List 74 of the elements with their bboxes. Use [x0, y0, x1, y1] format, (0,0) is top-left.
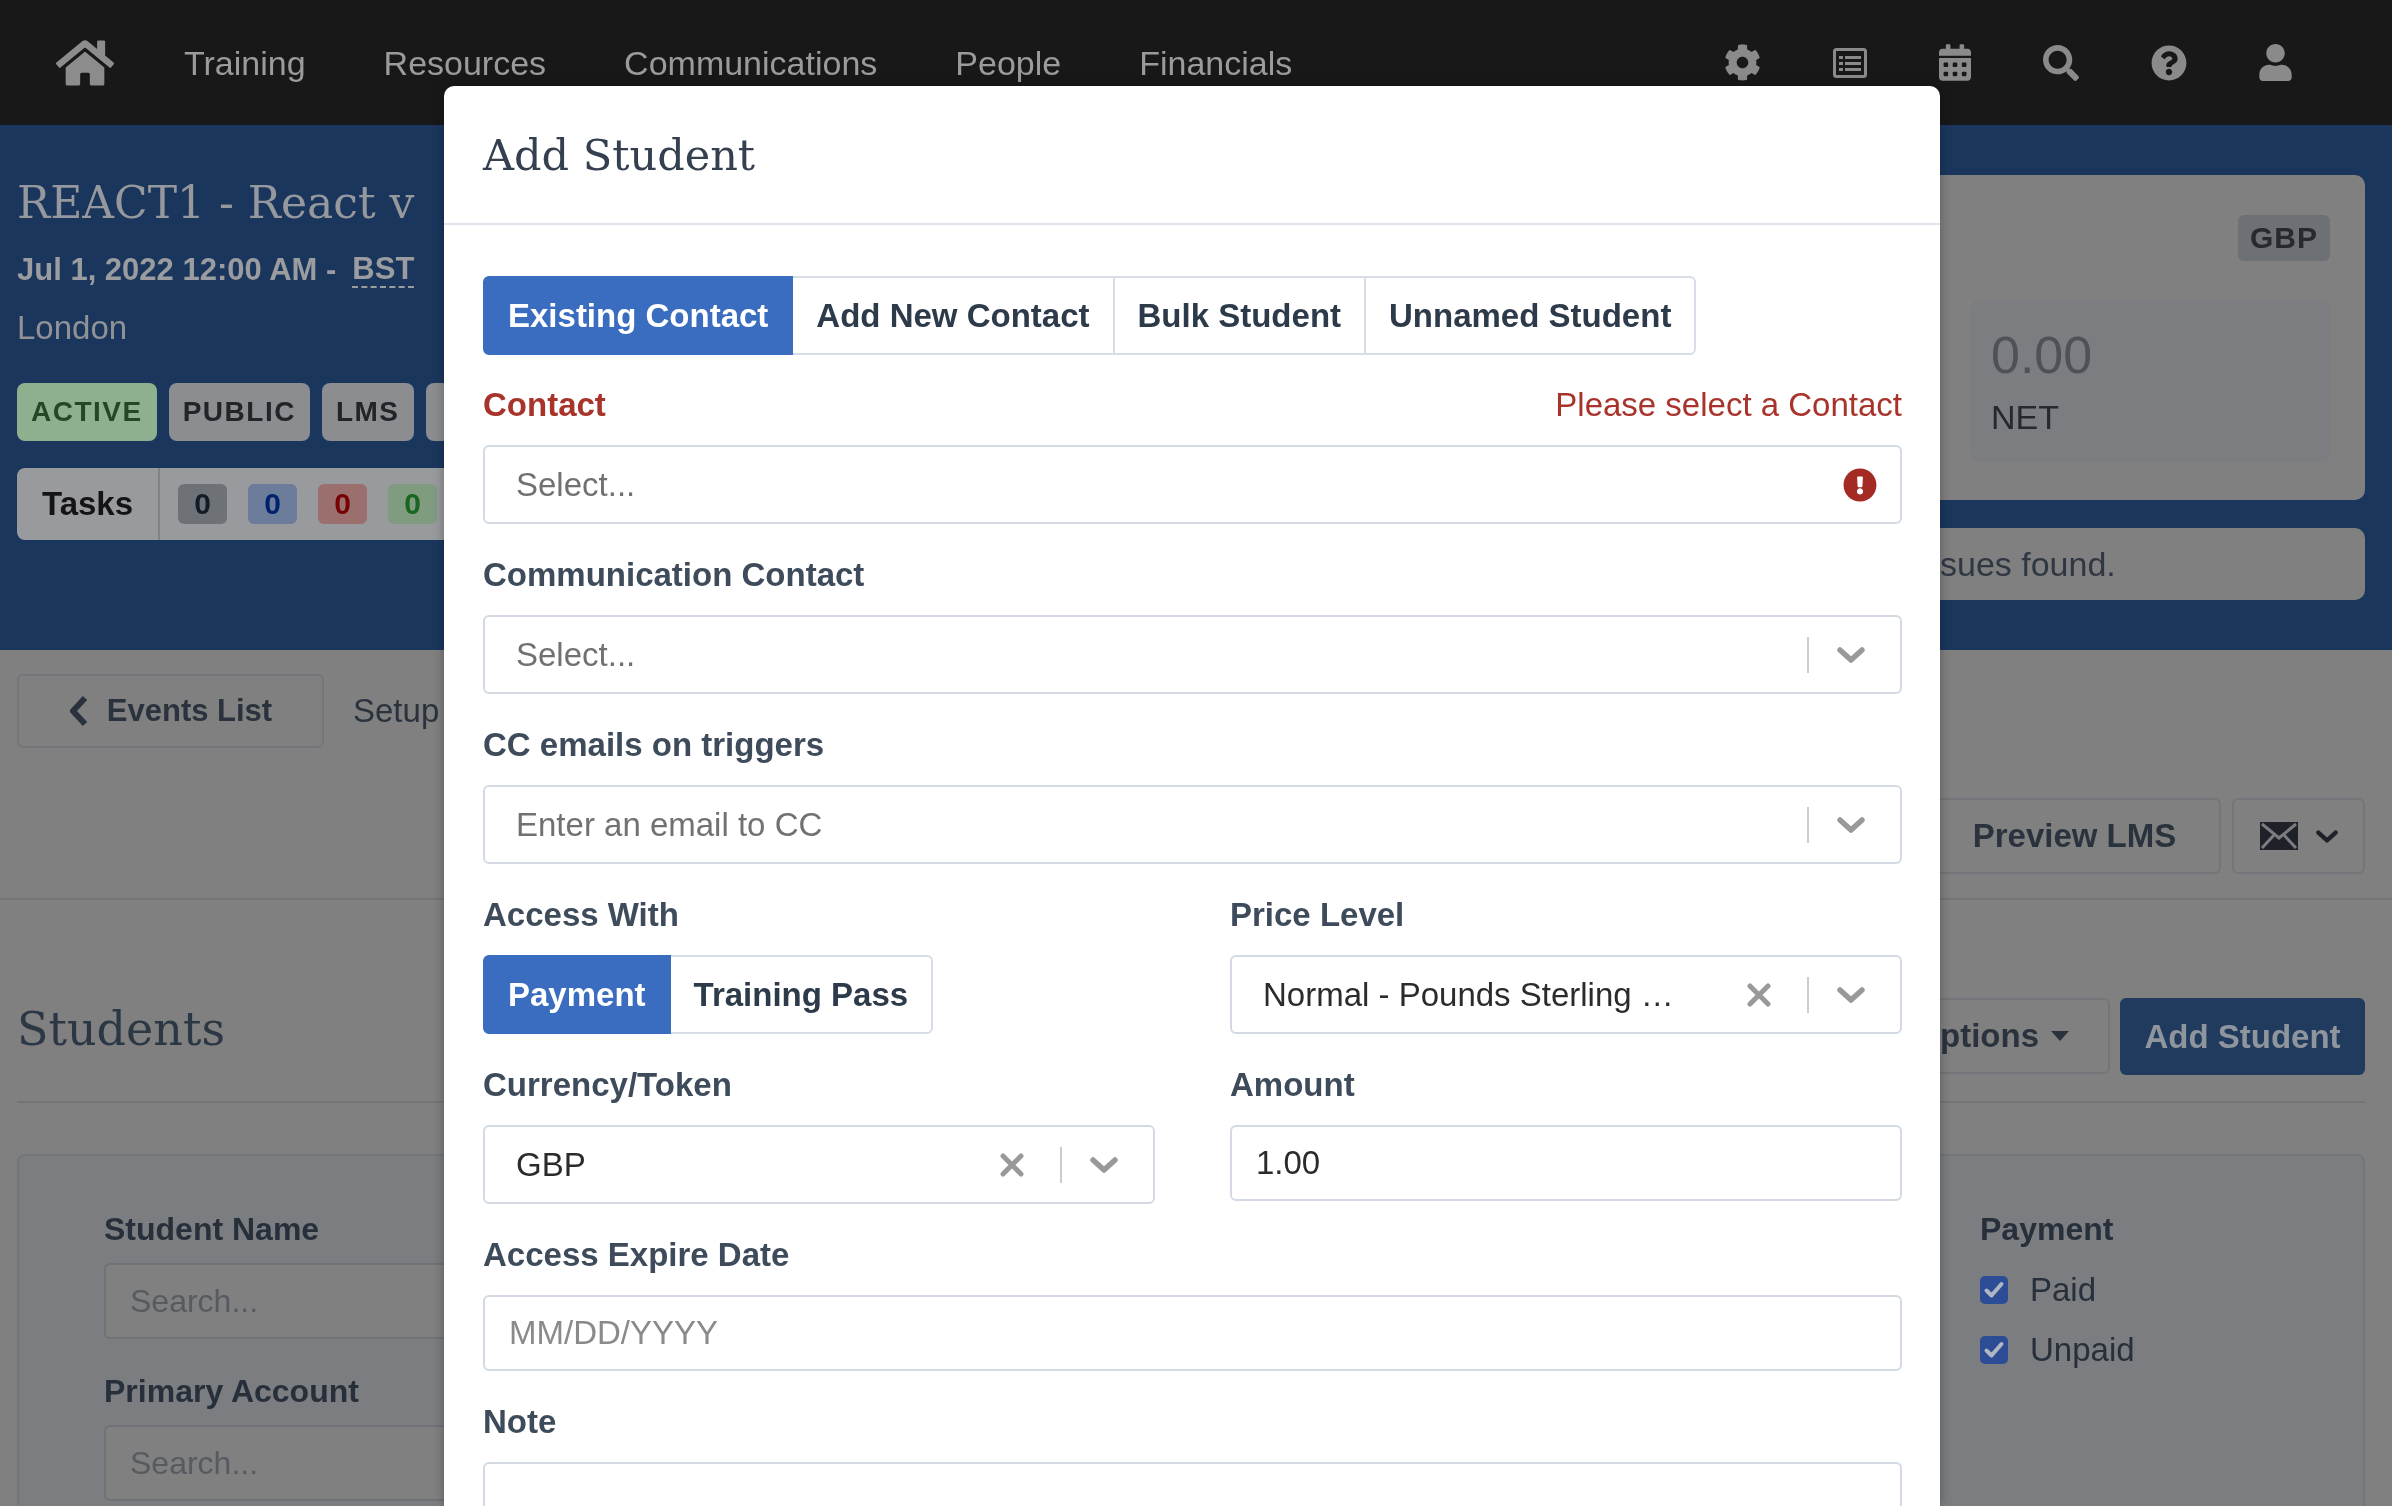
checkbox[interactable]	[1980, 1336, 2008, 1364]
select-field[interactable]: Select...	[483, 615, 1902, 694]
nav-link[interactable]: Training	[184, 42, 306, 83]
chevron-left-icon	[68, 695, 89, 727]
tab[interactable]: Add New Contact	[791, 276, 1115, 355]
calendar-icon[interactable]	[1939, 44, 1971, 81]
page-tab[interactable]: Setup	[353, 674, 440, 748]
nav-link[interactable]: Communications	[624, 42, 878, 83]
field-label: Access With	[483, 896, 679, 934]
status-tag: LMS	[321, 383, 414, 441]
filter-label: Payment	[1980, 1210, 2114, 1249]
filter-label: Student Name	[104, 1210, 320, 1249]
timezone-abbr: BST	[352, 252, 415, 288]
task-count: 0	[388, 484, 437, 524]
clear-icon[interactable]	[1000, 1152, 1024, 1177]
help-icon[interactable]	[2151, 44, 2187, 81]
field-label: Note	[483, 1403, 557, 1441]
field-label: Price Level	[1230, 896, 1405, 934]
input-field[interactable]: 1.00	[1230, 1125, 1902, 1201]
error-icon	[1843, 467, 1877, 502]
select-field[interactable]: Normal - Pounds Sterling …	[1230, 955, 1902, 1034]
section-heading: Students	[17, 1002, 225, 1057]
search-icon[interactable]	[2043, 44, 2079, 81]
tab[interactable]: Existing Contact	[483, 276, 794, 355]
chevron-down-icon	[2315, 829, 2338, 843]
dialog-title: Add Student	[483, 129, 756, 180]
add-student-button[interactable]: Add Student	[2120, 998, 2365, 1075]
currency-badge: GBP	[2238, 215, 2330, 261]
chevron-down-icon[interactable]	[1837, 816, 1865, 833]
checkbox-label: Unpaid	[2030, 1331, 2135, 1369]
error-message: Please select a Contact	[1555, 386, 1902, 424]
list-icon[interactable]	[1833, 47, 1867, 78]
task-count: 0	[248, 484, 297, 524]
events-list-button[interactable]: Events List	[17, 674, 324, 748]
nav-link[interactable]: Resources	[383, 42, 547, 83]
field-label: Access Expire Date	[483, 1236, 790, 1274]
toggle-button[interactable]: Training Pass	[668, 955, 934, 1034]
field-label: Contact	[483, 386, 606, 424]
field-label: Amount	[1230, 1066, 1355, 1104]
input-field[interactable]: MM/DD/YYYY	[483, 1295, 1902, 1371]
event-location: London	[17, 308, 128, 348]
task-count: 0	[178, 484, 227, 524]
select-field[interactable]: Select...	[483, 445, 1902, 524]
settings-icon[interactable]	[1724, 44, 1761, 81]
checkbox-label: Paid	[2030, 1271, 2097, 1309]
chevron-down-icon[interactable]	[1837, 986, 1865, 1003]
tab[interactable]: Bulk Student	[1112, 276, 1367, 355]
field-label: Communication Contact	[483, 556, 865, 594]
chevron-down-icon[interactable]	[1837, 646, 1865, 663]
event-date: Jul 1, 2022 12:00 AM -	[17, 252, 337, 288]
caret-down-icon	[2051, 1031, 2069, 1041]
field-label: CC emails on triggers	[483, 726, 825, 764]
task-count: 0	[318, 484, 367, 524]
clear-icon[interactable]	[1747, 982, 1771, 1007]
checkbox[interactable]	[1980, 1276, 2008, 1304]
chevron-down-icon[interactable]	[1090, 1156, 1118, 1173]
status-tag: ACTIVE	[17, 383, 157, 441]
select-field[interactable]: GBP	[483, 1125, 1155, 1204]
envelope-icon	[2259, 822, 2298, 850]
user-icon[interactable]	[2259, 44, 2292, 81]
select-field[interactable]: Enter an email to CC	[483, 785, 1902, 864]
event-title: REACT1 - React v	[17, 176, 415, 230]
mail-menu-button[interactable]	[2232, 798, 2365, 874]
tasks-label: Tasks	[17, 468, 160, 540]
tab[interactable]: Unnamed Student	[1364, 276, 1697, 355]
issues-text: sues found.	[1940, 544, 2116, 584]
toggle-button[interactable]: Payment	[483, 955, 671, 1034]
nav-link[interactable]: People	[955, 42, 1062, 83]
note-field[interactable]	[483, 1462, 1902, 1506]
status-tag: PUBLIC	[168, 383, 310, 441]
filter-label: Primary Account	[104, 1372, 359, 1411]
field-label: Currency/Token	[483, 1066, 732, 1104]
net-label: NET	[1991, 397, 2059, 438]
nav-link[interactable]: Financials	[1139, 42, 1293, 83]
